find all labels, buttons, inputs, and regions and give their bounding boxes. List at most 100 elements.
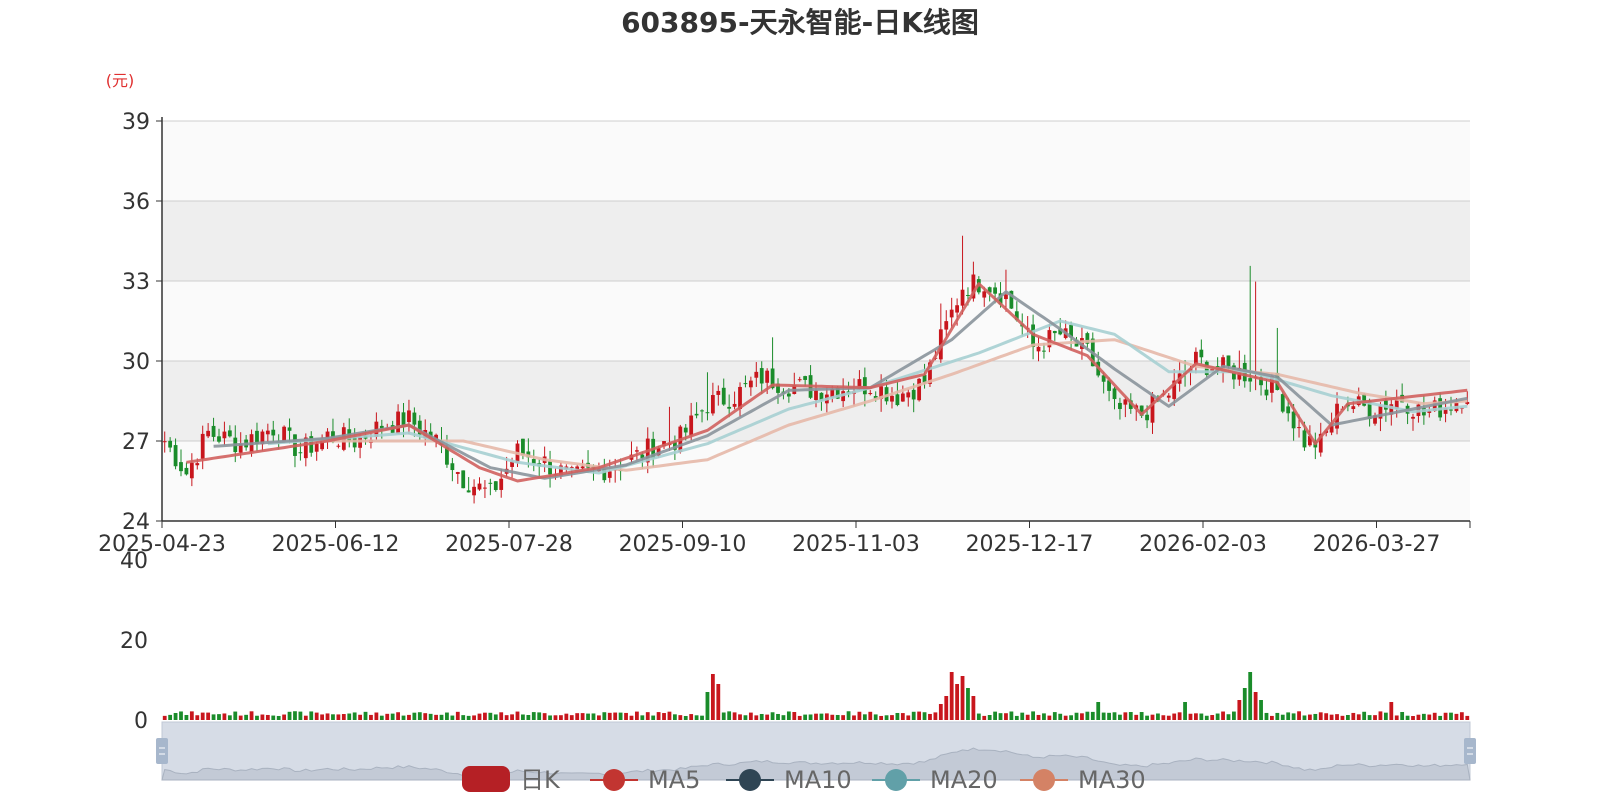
volume-bar [1286, 712, 1291, 720]
candle-body [716, 390, 721, 395]
candle-body [1264, 389, 1269, 396]
volume-bar [667, 711, 672, 720]
volume-bar [287, 711, 292, 720]
volume-bar [309, 711, 314, 720]
volume-tick-label: 0 [134, 709, 148, 734]
volume-bar [472, 715, 476, 720]
volume-bar [982, 715, 987, 720]
volume-bar [662, 713, 666, 720]
volume-bar [1329, 714, 1334, 720]
volume-bar [721, 712, 726, 720]
volume-bar [1459, 712, 1464, 720]
volume-bar [314, 712, 319, 720]
volume-bar [1009, 711, 1014, 720]
candle-body [200, 433, 205, 459]
volume-bar [320, 714, 325, 720]
volume-bar [971, 696, 976, 720]
volume-bar [1340, 715, 1345, 720]
candle-body [1042, 350, 1046, 352]
volume-bar [727, 711, 732, 720]
volume-bar [1145, 715, 1149, 720]
candle-body [917, 378, 922, 401]
volume-bar [1465, 715, 1470, 720]
volume-bar [347, 713, 352, 720]
volume-bar [249, 711, 254, 720]
candle-body [206, 430, 211, 437]
candle-body [895, 394, 900, 406]
price-tick-label: 36 [122, 190, 150, 215]
volume-bar [960, 676, 965, 720]
volume-bar [586, 713, 590, 720]
volume-bar [841, 715, 846, 720]
candle-body [265, 430, 270, 435]
volume-bar [1210, 715, 1215, 720]
candle-body [1297, 427, 1301, 429]
volume-bar [808, 714, 813, 720]
legend-label: 日K [520, 766, 561, 794]
candle-body [868, 393, 873, 395]
volume-bar [1226, 714, 1231, 720]
price-tick-label: 30 [122, 350, 150, 375]
volume-bar [417, 712, 422, 720]
legend-label: MA20 [930, 766, 998, 794]
volume-bar [1345, 714, 1350, 720]
zoom-handle-grip[interactable] [156, 738, 168, 764]
candle-body [580, 466, 585, 469]
zoom-handle-left[interactable] [156, 738, 168, 764]
volume-bar [1020, 712, 1025, 720]
volume-bar [1237, 700, 1242, 720]
volume-bar [884, 715, 889, 720]
candle-body [1118, 402, 1122, 409]
x-tick-label: 2025-09-10 [619, 532, 747, 557]
volume-bar [1275, 712, 1280, 720]
volume-bar [868, 711, 873, 720]
volume-bar [542, 713, 547, 720]
zoom-handle-grip[interactable] [1464, 738, 1476, 764]
zoom-handle-right[interactable] [1464, 738, 1476, 764]
volume-bar [710, 674, 715, 720]
volume-bar [862, 714, 867, 720]
volume-bar [597, 715, 601, 720]
volume-bar [754, 715, 759, 720]
volume-bar [613, 712, 618, 720]
volume-bar [168, 714, 173, 720]
x-tick-label: 2025-12-17 [966, 532, 1094, 557]
volume-bar [401, 715, 406, 720]
volume-bar [1199, 713, 1204, 720]
volume-bar [303, 715, 308, 720]
volume-bar [781, 715, 786, 720]
candle-body [1004, 294, 1008, 300]
legend-label: MA5 [648, 766, 700, 794]
y-unit-label: (元) [106, 71, 135, 90]
candle-body [803, 376, 808, 380]
legend-label: MA10 [784, 766, 852, 794]
volume-bar [227, 715, 232, 720]
volume-bar [1427, 714, 1432, 720]
volume-bar [1367, 715, 1372, 720]
volume-bar [1221, 711, 1225, 720]
volume-bar [195, 715, 200, 720]
candle-body [1248, 378, 1253, 382]
volume-bar [1123, 712, 1128, 720]
volume-bar [1177, 712, 1182, 720]
volume-bar [835, 714, 840, 720]
volume-bar [748, 712, 753, 720]
legend-dot-icon [739, 769, 761, 791]
volume-bar [1378, 711, 1383, 720]
price-tick-label: 39 [122, 110, 150, 135]
volume-bar [499, 712, 504, 720]
volume-bar [217, 714, 221, 720]
volume-bar [510, 714, 514, 720]
volume-bar [1454, 713, 1459, 720]
volume-bar [1004, 713, 1008, 720]
candle-body [222, 431, 227, 439]
volume-bar [651, 715, 656, 720]
volume-bar [645, 712, 650, 720]
volume-bar [776, 713, 780, 720]
price-tick-label: 33 [122, 270, 150, 295]
volume-bar [1438, 715, 1443, 720]
volume-bar [879, 715, 884, 720]
volume-bar [1270, 715, 1274, 720]
volume-bar [966, 688, 970, 720]
volume-bar [1172, 713, 1177, 720]
